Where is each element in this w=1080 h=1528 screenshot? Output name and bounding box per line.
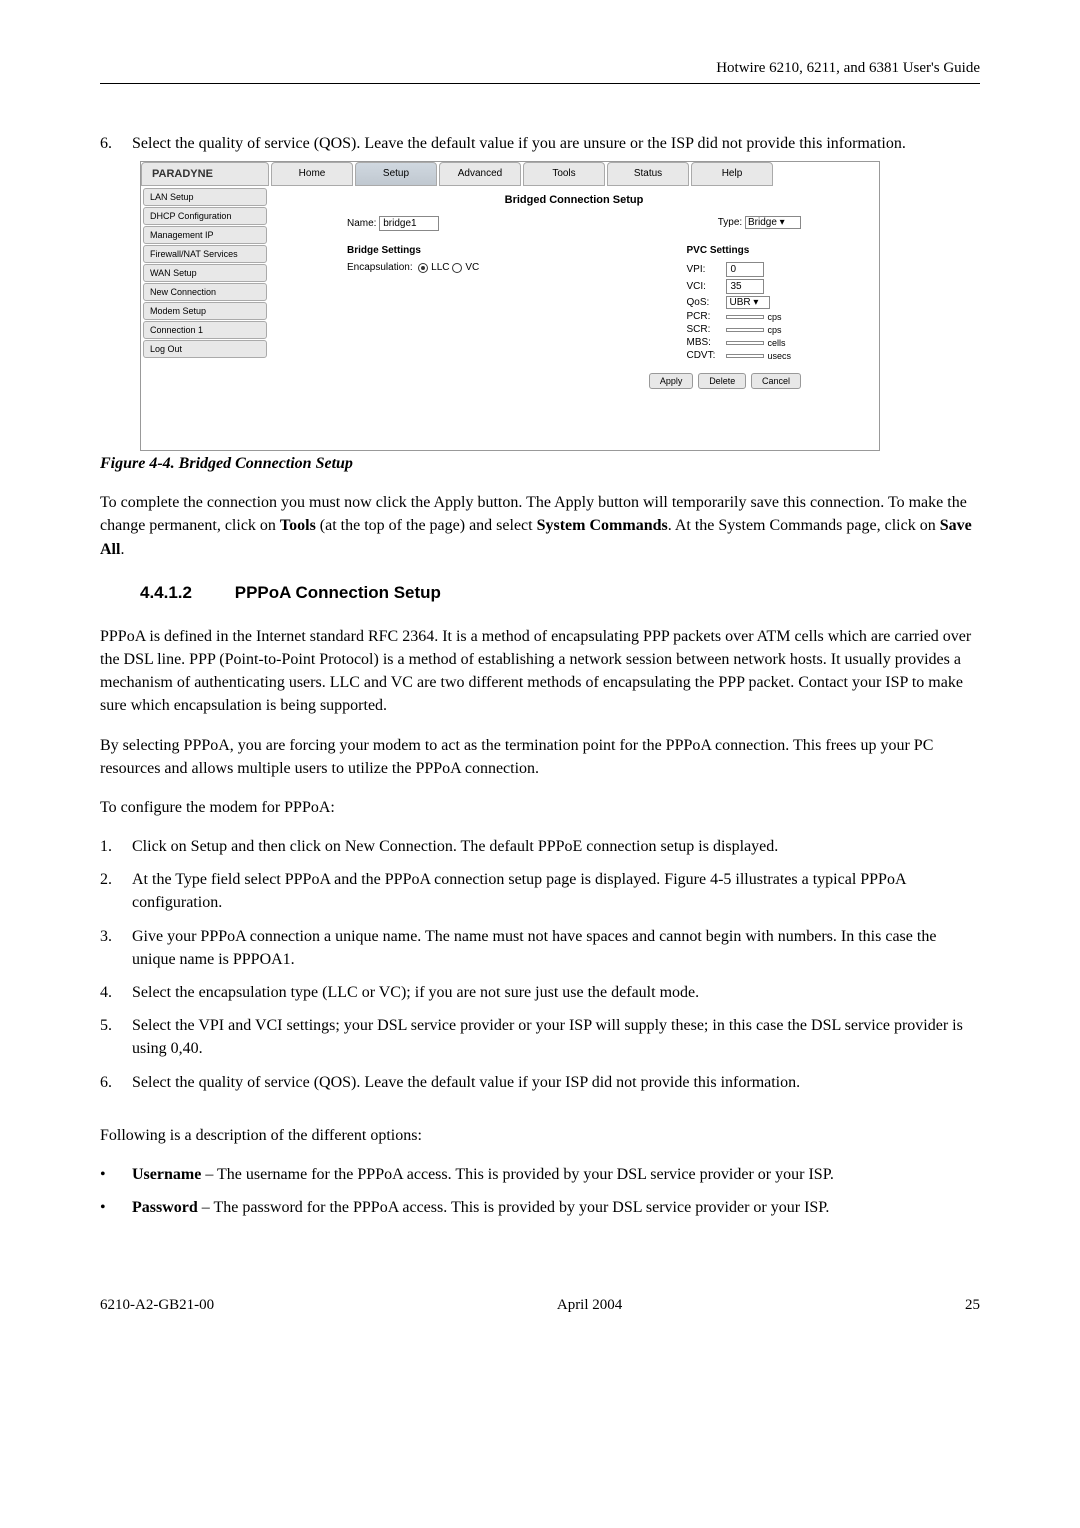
scr-input[interactable] bbox=[726, 328, 764, 332]
step-number: 6. bbox=[100, 132, 132, 155]
sidebar-modem-setup[interactable]: Modem Setup bbox=[143, 302, 267, 320]
section-title: PPPoA Connection Setup bbox=[235, 583, 441, 602]
sidebar-logout[interactable]: Log Out bbox=[143, 340, 267, 358]
para-configure: To configure the modem for PPPoA: bbox=[100, 796, 980, 819]
tab-home[interactable]: Home bbox=[271, 162, 353, 186]
bridge-settings-heading: Bridge Settings bbox=[347, 245, 479, 256]
screenshot-columns: Bridge Settings Encapsulation: LLC VC PV… bbox=[287, 245, 861, 363]
screenshot-bridged-connection: PARADYNE Home Setup Advanced Tools Statu… bbox=[140, 161, 880, 451]
list-item: 1.Click on Setup and then click on New C… bbox=[100, 835, 980, 858]
section-number: 4.4.1.2 bbox=[140, 583, 230, 603]
sidebar-mgmt-ip[interactable]: Management IP bbox=[143, 226, 267, 244]
scr-row: SCR: cps bbox=[686, 324, 791, 335]
vci-input[interactable]: 35 bbox=[726, 279, 764, 294]
type-label: Type: bbox=[718, 217, 742, 228]
sidebar-dhcp[interactable]: DHCP Configuration bbox=[143, 207, 267, 225]
qos-label: QoS: bbox=[686, 297, 726, 308]
figure-caption: Figure 4-4. Bridged Connection Setup bbox=[100, 455, 980, 473]
screenshot-body: LAN Setup DHCP Configuration Management … bbox=[141, 186, 879, 451]
vci-row: VCI: 35 bbox=[686, 279, 791, 294]
ordered-list: 1.Click on Setup and then click on New C… bbox=[100, 835, 980, 1094]
screenshot-buttons: Apply Delete Cancel bbox=[287, 373, 861, 389]
radio-vc[interactable] bbox=[452, 263, 462, 273]
list-item: 4.Select the encapsulation type (LLC or … bbox=[100, 981, 980, 1004]
step-text: Select the quality of service (QOS). Lea… bbox=[132, 132, 980, 155]
radio-vc-label: VC bbox=[465, 262, 479, 273]
bullet-icon: • bbox=[100, 1196, 132, 1219]
screenshot-tabs: PARADYNE Home Setup Advanced Tools Statu… bbox=[141, 162, 879, 186]
vpi-input[interactable]: 0 bbox=[726, 262, 764, 277]
sidebar-wan-setup[interactable]: WAN Setup bbox=[143, 264, 267, 282]
qos-select[interactable]: UBR ▾ bbox=[726, 296, 770, 309]
scr-unit: cps bbox=[767, 325, 781, 335]
footer-right: 25 bbox=[965, 1297, 980, 1314]
sidebar-conn1[interactable]: Connection 1 bbox=[143, 321, 267, 339]
name-input[interactable]: bridge1 bbox=[379, 216, 439, 231]
sidebar-lan-setup[interactable]: LAN Setup bbox=[143, 188, 267, 206]
list-item: 3.Give your PPPoA connection a unique na… bbox=[100, 925, 980, 971]
type-field: Type: Bridge ▾ bbox=[718, 216, 801, 231]
page-header-title: Hotwire 6210, 6211, and 6381 User's Guid… bbox=[100, 60, 980, 77]
mbs-row: MBS: cells bbox=[686, 337, 791, 348]
apply-button[interactable]: Apply bbox=[649, 373, 694, 389]
mbs-label: MBS: bbox=[686, 337, 726, 348]
vci-label: VCI: bbox=[686, 281, 726, 292]
encapsulation-row: Encapsulation: LLC VC bbox=[347, 262, 479, 273]
bullet-list: • Username – The username for the PPPoA … bbox=[100, 1163, 980, 1219]
footer-left: 6210-A2-GB21-00 bbox=[100, 1297, 214, 1314]
vpi-label: VPI: bbox=[686, 264, 726, 275]
screenshot-main: Bridged Connection Setup Name: bridge1 T… bbox=[269, 186, 879, 451]
para-complete-connection: To complete the connection you must now … bbox=[100, 491, 980, 561]
footer-center: April 2004 bbox=[557, 1297, 622, 1314]
delete-button[interactable]: Delete bbox=[698, 373, 746, 389]
tab-tools[interactable]: Tools bbox=[523, 162, 605, 186]
logo-paradyne: PARADYNE bbox=[141, 162, 269, 186]
name-label: Name: bbox=[347, 218, 376, 229]
tab-help[interactable]: Help bbox=[691, 162, 773, 186]
radio-llc[interactable] bbox=[418, 263, 428, 273]
pcr-unit: cps bbox=[767, 312, 781, 322]
radio-llc-label: LLC bbox=[431, 262, 449, 273]
mbs-unit: cells bbox=[767, 338, 785, 348]
screenshot-row-name-type: Name: bridge1 Type: Bridge ▾ bbox=[287, 216, 861, 231]
para-options-intro: Following is a description of the differ… bbox=[100, 1124, 980, 1147]
page-footer: 6210-A2-GB21-00 April 2004 25 bbox=[100, 1297, 980, 1314]
list-item: • Password – The password for the PPPoA … bbox=[100, 1196, 980, 1219]
screenshot-title: Bridged Connection Setup bbox=[287, 194, 861, 206]
scr-label: SCR: bbox=[686, 324, 726, 335]
bullet-icon: • bbox=[100, 1163, 132, 1186]
cdvt-input[interactable] bbox=[726, 354, 764, 358]
para-pppoa-sel: By selecting PPPoA, you are forcing your… bbox=[100, 734, 980, 780]
name-field: Name: bridge1 bbox=[347, 216, 439, 231]
type-select[interactable]: Bridge ▾ bbox=[745, 216, 801, 229]
list-item: 6.Select the quality of service (QOS). L… bbox=[100, 1071, 980, 1094]
vpi-row: VPI: 0 bbox=[686, 262, 791, 277]
list-item: 5.Select the VPI and VCI settings; your … bbox=[100, 1014, 980, 1060]
tab-advanced[interactable]: Advanced bbox=[439, 162, 521, 186]
sidebar-new-conn[interactable]: New Connection bbox=[143, 283, 267, 301]
pcr-input[interactable] bbox=[726, 315, 764, 319]
mbs-input[interactable] bbox=[726, 341, 764, 345]
pvc-settings-col: PVC Settings VPI: 0 VCI: 35 QoS: UBR ▾ bbox=[686, 245, 791, 363]
pcr-label: PCR: bbox=[686, 311, 726, 322]
tab-status[interactable]: Status bbox=[607, 162, 689, 186]
cancel-button[interactable]: Cancel bbox=[751, 373, 801, 389]
section-heading-pppoa: 4.4.1.2 PPPoA Connection Setup bbox=[140, 583, 980, 603]
cdvt-row: CDVT: usecs bbox=[686, 350, 791, 361]
sidebar-firewall[interactable]: Firewall/NAT Services bbox=[143, 245, 267, 263]
pcr-row: PCR: cps bbox=[686, 311, 791, 322]
header-divider bbox=[100, 83, 980, 84]
cdvt-unit: usecs bbox=[767, 351, 791, 361]
encap-label: Encapsulation: bbox=[347, 262, 413, 273]
para-pppoa-def: PPPoA is defined in the Internet standar… bbox=[100, 625, 980, 718]
screenshot-sidebar: LAN Setup DHCP Configuration Management … bbox=[141, 186, 269, 451]
bridge-settings-col: Bridge Settings Encapsulation: LLC VC bbox=[347, 245, 479, 363]
tab-setup[interactable]: Setup bbox=[355, 162, 437, 186]
pvc-settings-heading: PVC Settings bbox=[686, 245, 791, 256]
step-6: 6. Select the quality of service (QOS). … bbox=[100, 132, 980, 155]
list-item: • Username – The username for the PPPoA … bbox=[100, 1163, 980, 1186]
cdvt-label: CDVT: bbox=[686, 350, 726, 361]
list-item: 2.At the Type field select PPPoA and the… bbox=[100, 868, 980, 914]
qos-row: QoS: UBR ▾ bbox=[686, 296, 791, 309]
